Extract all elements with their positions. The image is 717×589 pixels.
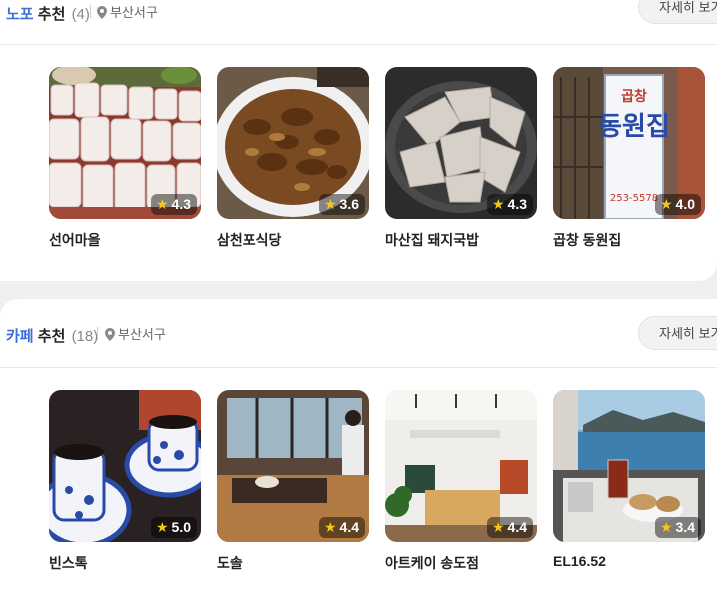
rating-value: 3.6 — [339, 196, 359, 212]
place-photo: ★ 4.3 — [385, 67, 537, 219]
star-icon: ★ — [659, 196, 673, 212]
place-photo: ★ 3.6 — [217, 67, 369, 219]
place-name: 선어마을 — [49, 232, 101, 248]
place-photo: ★ 4.3 — [49, 67, 201, 219]
section-count: (18) — [71, 328, 99, 345]
rating-badge: ★ 3.6 — [318, 194, 365, 215]
recommend-section-noporestaurants: 노포 추천 (4) 부산서구 자세히 보기 ★ 4.3 선어마을 ★ 3.6 삼… — [0, 0, 717, 281]
place-name: 빈스톡 — [49, 555, 88, 571]
place-card[interactable]: ★ 3.4 EL16.52 — [553, 390, 705, 569]
section-title: 노포 추천 (4) — [6, 3, 90, 24]
place-card[interactable]: ★ 5.0 빈스톡 — [49, 390, 201, 571]
place-name: 곱창 동원집 — [553, 232, 622, 248]
rating-value: 4.4 — [339, 519, 359, 535]
divider — [97, 327, 98, 340]
rating-value: 4.4 — [507, 519, 527, 535]
star-icon: ★ — [155, 196, 169, 212]
rating-value: 3.4 — [675, 519, 695, 535]
rating-badge: ★ 4.3 — [486, 194, 533, 215]
rating-badge: ★ 4.4 — [318, 517, 365, 538]
star-icon: ★ — [491, 519, 505, 535]
section-count: (4) — [71, 6, 90, 23]
recommend-section-cafe: 카페 추천 (18) 부산서구 자세히 보기 ★ 5.0 빈스톡 ★ 4.4 도… — [0, 299, 717, 589]
place-photo: 곱창 동원집 253-5578 ★ 4.0 — [553, 67, 705, 219]
star-icon: ★ — [155, 519, 169, 535]
rating-value: 4.3 — [507, 196, 527, 212]
star-icon: ★ — [491, 196, 505, 212]
sign-text-1: 곱창 — [621, 88, 647, 105]
place-name: 삼천포식당 — [217, 232, 282, 248]
rating-badge: ★ 3.4 — [654, 517, 701, 538]
place-photo: ★ 3.4 — [553, 390, 705, 542]
place-photo: ★ 5.0 — [49, 390, 201, 542]
place-card[interactable]: ★ 4.3 선어마을 — [49, 67, 201, 248]
see-more-button[interactable]: 자세히 보기 — [638, 0, 717, 24]
section-header: 카페 추천 (18) 부산서구 자세히 보기 — [0, 299, 717, 368]
rating-value: 4.0 — [675, 196, 695, 212]
divider — [90, 5, 91, 18]
star-icon: ★ — [323, 196, 337, 212]
place-name: 도솔 — [217, 555, 243, 571]
rating-value: 4.3 — [171, 196, 191, 212]
place-photo: ★ 4.4 — [385, 390, 537, 542]
place-name: EL16.52 — [553, 553, 606, 569]
rating-badge: ★ 4.4 — [486, 517, 533, 538]
section-header: 노포 추천 (4) 부산서구 자세히 보기 — [0, 0, 717, 45]
location-pin-icon — [105, 328, 115, 341]
rating-badge: ★ 4.3 — [150, 194, 197, 215]
place-card[interactable]: ★ 4.3 마산집 돼지국밥 — [385, 67, 537, 248]
location-label: 부산서구 — [105, 324, 166, 343]
section-title: 카페 추천 (18) — [6, 325, 98, 346]
star-icon: ★ — [659, 519, 673, 535]
rating-badge: ★ 4.0 — [654, 194, 701, 215]
sign-text-2: 동원집 — [598, 112, 670, 142]
place-name: 아트케이 송도점 — [385, 555, 480, 571]
rating-value: 5.0 — [171, 519, 191, 535]
location-label: 부산서구 — [97, 2, 158, 21]
place-photo: ★ 4.4 — [217, 390, 369, 542]
place-card[interactable]: 곱창 동원집 253-5578 ★ 4.0 곱창 동원집 — [553, 67, 705, 248]
location-text: 부산서구 — [118, 327, 166, 342]
section-category: 노포 — [6, 6, 34, 23]
place-card[interactable]: ★ 4.4 도솔 — [217, 390, 369, 571]
location-pin-icon — [97, 6, 107, 19]
place-card[interactable]: ★ 4.4 아트케이 송도점 — [385, 390, 537, 571]
star-icon: ★ — [323, 519, 337, 535]
sign-phone: 253-5578 — [610, 193, 658, 204]
place-card[interactable]: ★ 3.6 삼천포식당 — [217, 67, 369, 248]
section-recommend-label: 추천 — [37, 328, 66, 345]
section-category: 카페 — [6, 328, 34, 345]
location-text: 부산서구 — [110, 5, 158, 20]
see-more-button[interactable]: 자세히 보기 — [638, 316, 717, 350]
rating-badge: ★ 5.0 — [150, 517, 197, 538]
place-name: 마산집 돼지국밥 — [385, 232, 480, 248]
section-recommend-label: 추천 — [37, 6, 66, 23]
